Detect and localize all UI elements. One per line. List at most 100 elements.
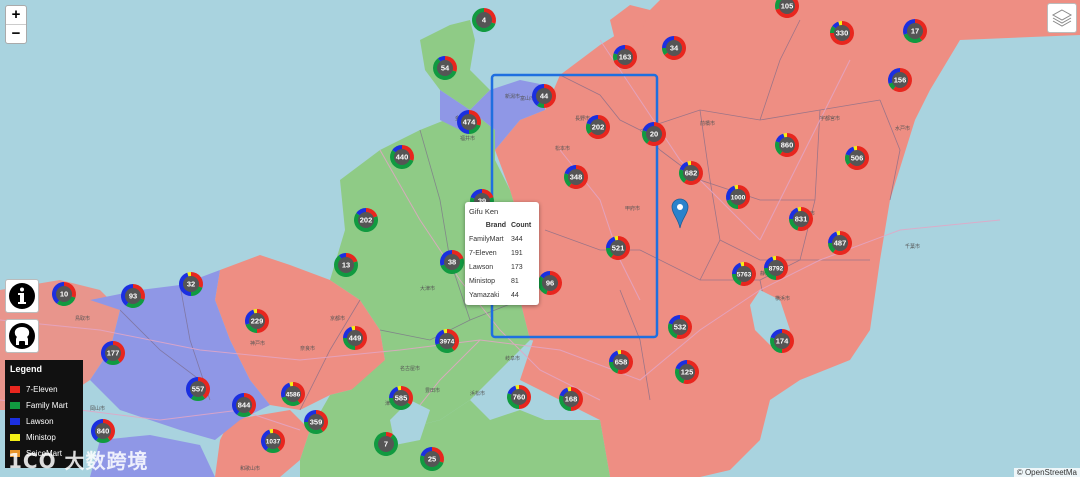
tooltip-row: FamilyMart 344 — [469, 236, 535, 250]
place-label: 横浜市 — [775, 295, 790, 302]
place-label: 大津市 — [420, 285, 435, 292]
cluster-marker[interactable]: 163 — [613, 44, 638, 69]
cluster-marker[interactable]: 8792 — [764, 256, 788, 280]
info-icon — [9, 283, 35, 309]
layers-button[interactable] — [1047, 3, 1077, 33]
cluster-marker[interactable]: 506 — [845, 146, 870, 171]
cluster-count-label: 5763 — [737, 272, 752, 279]
tooltip-brand: Ministop — [469, 278, 496, 285]
cluster-count-label: 54 — [441, 64, 450, 73]
cluster-marker[interactable]: 32 — [178, 272, 203, 296]
zoom-in-button[interactable]: + — [6, 6, 26, 24]
legend-swatch — [10, 385, 20, 393]
map-canvas[interactable]: 新潟市長野市前橋市さいたま市千葉市横浜市静岡市岐阜市名古屋市豊田市高山市甲府市松… — [0, 0, 1080, 477]
place-label: 松本市 — [555, 145, 570, 152]
cluster-count-label: 174 — [776, 337, 789, 346]
cluster-marker[interactable]: 202 — [586, 115, 611, 139]
cluster-marker[interactable]: 168 — [559, 387, 583, 411]
cluster-count-label: 474 — [463, 118, 476, 127]
cluster-marker[interactable]: 831 — [789, 207, 813, 231]
cluster-count-label: 32 — [187, 280, 195, 289]
cluster-marker[interactable]: 5763 — [732, 262, 756, 286]
tooltip-row: Yamazaki 44 — [469, 292, 535, 306]
cluster-marker[interactable]: 3974 — [434, 329, 459, 354]
cluster-count-label: 506 — [851, 154, 864, 163]
cluster-marker[interactable]: 177 — [101, 341, 125, 365]
cluster-marker[interactable]: 125 — [675, 360, 699, 384]
cluster-marker[interactable]: 348 — [564, 165, 589, 189]
cluster-marker[interactable]: 38 — [440, 250, 464, 275]
place-label: 水戸市 — [895, 125, 910, 132]
cluster-marker[interactable]: 682 — [679, 161, 704, 186]
cluster-count-label: 20 — [650, 130, 658, 139]
cluster-count-label: 34 — [670, 44, 679, 53]
cluster-marker[interactable]: 202 — [353, 208, 379, 233]
cluster-count-label: 163 — [619, 53, 632, 62]
tooltip-row: Ministop 81 — [469, 278, 535, 292]
cluster-marker[interactable]: 760 — [506, 385, 531, 409]
place-label: 宇都宮市 — [820, 115, 840, 122]
cluster-marker[interactable]: 174 — [770, 329, 794, 353]
zoom-out-button[interactable]: − — [6, 24, 26, 43]
cluster-count-label: 93 — [129, 292, 137, 301]
cluster-count-label: 860 — [781, 141, 794, 150]
tooltip-brand: FamilyMart — [469, 236, 504, 243]
cluster-marker[interactable]: 585 — [388, 386, 413, 411]
cluster-marker[interactable]: 330 — [830, 21, 854, 45]
cluster-marker[interactable]: 96 — [538, 271, 563, 295]
cluster-marker[interactable]: 1000 — [726, 185, 750, 209]
tooltip-brand: 7-Eleven — [469, 250, 497, 257]
cluster-marker[interactable]: 93 — [121, 284, 145, 308]
map-attribution[interactable]: © OpenStreetMa — [1013, 468, 1080, 477]
place-label: 前橋市 — [700, 120, 715, 127]
cluster-count-label: 1037 — [266, 439, 281, 446]
cluster-count-label: 557 — [192, 385, 205, 394]
cluster-marker[interactable]: 474 — [457, 110, 481, 134]
cluster-marker[interactable]: 13 — [334, 253, 358, 277]
cluster-marker[interactable]: 557 — [186, 377, 210, 401]
legend-item: Lawson — [10, 413, 78, 429]
cluster-count-label: 359 — [310, 418, 323, 427]
cluster-count-label: 760 — [513, 393, 526, 402]
cluster-marker[interactable]: 359 — [304, 410, 328, 435]
cluster-marker[interactable]: 658 — [609, 350, 633, 374]
tooltip-brand: Yamazaki — [469, 292, 500, 299]
cluster-marker[interactable]: 440 — [390, 145, 414, 170]
cluster-marker[interactable]: 7 — [374, 432, 399, 456]
cluster-marker[interactable]: 521 — [606, 236, 631, 260]
place-label: 千葉市 — [905, 243, 920, 250]
cluster-marker[interactable]: 44 — [532, 84, 556, 108]
cluster-marker[interactable]: 532 — [668, 315, 693, 340]
cluster-marker[interactable]: 840 — [90, 419, 115, 443]
cluster-count-label: 831 — [795, 215, 808, 224]
watermark: 1CO 大数跨境 — [8, 449, 149, 473]
cluster-marker[interactable]: 4 — [472, 8, 496, 33]
cluster-marker[interactable]: 229 — [245, 309, 269, 333]
cluster-marker[interactable]: 487 — [828, 231, 853, 255]
cluster-count-label: 125 — [681, 368, 694, 377]
place-label: 岐阜市 — [505, 355, 520, 362]
cluster-marker[interactable]: 20 — [642, 122, 667, 146]
cluster-marker[interactable]: 25 — [419, 447, 444, 471]
cluster-marker[interactable]: 17 — [903, 19, 927, 43]
cluster-count-label: 3974 — [440, 339, 455, 346]
cluster-count-label: 8792 — [769, 266, 784, 273]
cluster-marker[interactable]: 34 — [662, 36, 686, 60]
cluster-marker[interactable]: 156 — [888, 68, 913, 92]
cluster-marker[interactable]: 1037 — [261, 429, 285, 453]
cluster-count-label: 348 — [570, 173, 583, 182]
cluster-count-label: 38 — [448, 258, 456, 267]
cluster-count-label: 177 — [107, 349, 120, 358]
cluster-marker[interactable]: 10 — [52, 282, 76, 306]
cluster-marker[interactable]: 54 — [433, 56, 457, 80]
info-button[interactable] — [5, 279, 39, 313]
cluster-count-label: 521 — [612, 244, 625, 253]
cluster-marker[interactable]: 860 — [775, 133, 800, 157]
cluster-marker[interactable]: 844 — [231, 393, 257, 417]
place-label: 岡山市 — [90, 405, 105, 412]
cluster-marker[interactable]: 449 — [343, 326, 367, 350]
cluster-marker[interactable]: 4586 — [281, 382, 305, 406]
cluster-count-label: 1000 — [731, 195, 746, 202]
github-button[interactable] — [5, 319, 39, 353]
place-label: 浜松市 — [470, 390, 485, 397]
